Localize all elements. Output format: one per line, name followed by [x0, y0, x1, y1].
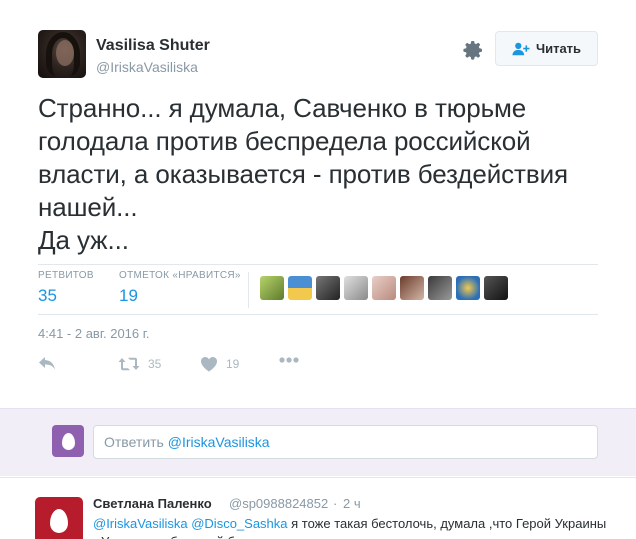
likes-count: 19 — [119, 286, 138, 305]
reply-mention-1[interactable]: @IriskaVasiliska — [93, 516, 188, 531]
likers-avatars — [260, 276, 508, 300]
divider-bottom — [38, 314, 598, 315]
avatar-face-shape — [56, 40, 74, 66]
liker-avatar[interactable] — [400, 276, 424, 300]
reply-text: @IriskaVasiliska @Disco_Sashka я тоже та… — [93, 515, 613, 539]
reply-input[interactable]: Ответить @IriskaVasiliska — [93, 425, 598, 459]
more-action[interactable] — [278, 356, 300, 364]
liker-avatar[interactable] — [288, 276, 312, 300]
reply-input-handle: @IriskaVasiliska — [167, 434, 270, 450]
author-avatar[interactable] — [38, 30, 86, 78]
retweet-action[interactable]: 35 — [118, 356, 161, 372]
retweet-action-count: 35 — [148, 357, 162, 371]
heart-icon — [201, 357, 217, 372]
reply-author-screenname[interactable]: @sp0988824852 — [229, 496, 328, 511]
follow-button-label: Читать — [535, 41, 582, 56]
stats-separator — [248, 272, 249, 308]
gear-icon[interactable] — [461, 38, 485, 62]
reply-box-area: Ответить @IriskaVasiliska — [0, 408, 636, 476]
reply-action[interactable] — [38, 356, 56, 370]
retweets-stat[interactable]: РЕТВИТОВ 35 — [38, 270, 94, 306]
retweets-label: РЕТВИТОВ — [38, 270, 94, 281]
divider-top — [38, 264, 598, 265]
reply-separator-dot: · — [333, 496, 338, 511]
liker-avatar[interactable] — [456, 276, 480, 300]
egg-icon — [50, 509, 68, 533]
tweet-timestamp: 4:41 - 2 авг. 2016 г. — [38, 326, 150, 341]
reply-icon — [39, 357, 55, 370]
my-avatar — [52, 425, 84, 457]
tweet-card: Vasilisa Shuter @IriskaVasiliska Читать … — [0, 0, 636, 408]
liker-avatar[interactable] — [484, 276, 508, 300]
like-action-count: 19 — [226, 357, 240, 371]
more-dots-icon — [279, 357, 299, 363]
author-fullname[interactable]: Vasilisa Shuter — [96, 37, 210, 55]
follow-button[interactable]: Читать — [495, 31, 598, 66]
liker-avatar[interactable] — [372, 276, 396, 300]
add-user-icon — [512, 42, 530, 55]
reply-mention-2[interactable]: @Disco_Sashka — [191, 516, 287, 531]
liker-avatar[interactable] — [260, 276, 284, 300]
likes-stat[interactable]: ОТМЕТОК «НРАВИТСЯ» 19 — [119, 270, 241, 306]
liker-avatar[interactable] — [428, 276, 452, 300]
author-screenname[interactable]: @IriskaVasiliska — [96, 59, 198, 75]
reply-input-prefix: Ответить — [104, 434, 168, 450]
like-action[interactable]: 19 — [200, 356, 239, 372]
likes-label: ОТМЕТОК «НРАВИТСЯ» — [119, 270, 241, 281]
retweets-count: 35 — [38, 286, 57, 305]
reply-author-fullname[interactable]: Светлана Паленко — [93, 496, 212, 511]
liker-avatar[interactable] — [344, 276, 368, 300]
reply-author-avatar[interactable] — [35, 497, 83, 539]
reply-time[interactable]: 2 ч — [343, 496, 361, 511]
retweet-icon — [118, 357, 140, 371]
tweet-text: Странно... я думала, Савченко в тюрьме г… — [38, 93, 568, 255]
egg-icon — [61, 432, 75, 450]
liker-avatar[interactable] — [316, 276, 340, 300]
reply-tweet[interactable]: Светлана Паленко @sp0988824852 · 2 ч @Ir… — [0, 477, 636, 539]
